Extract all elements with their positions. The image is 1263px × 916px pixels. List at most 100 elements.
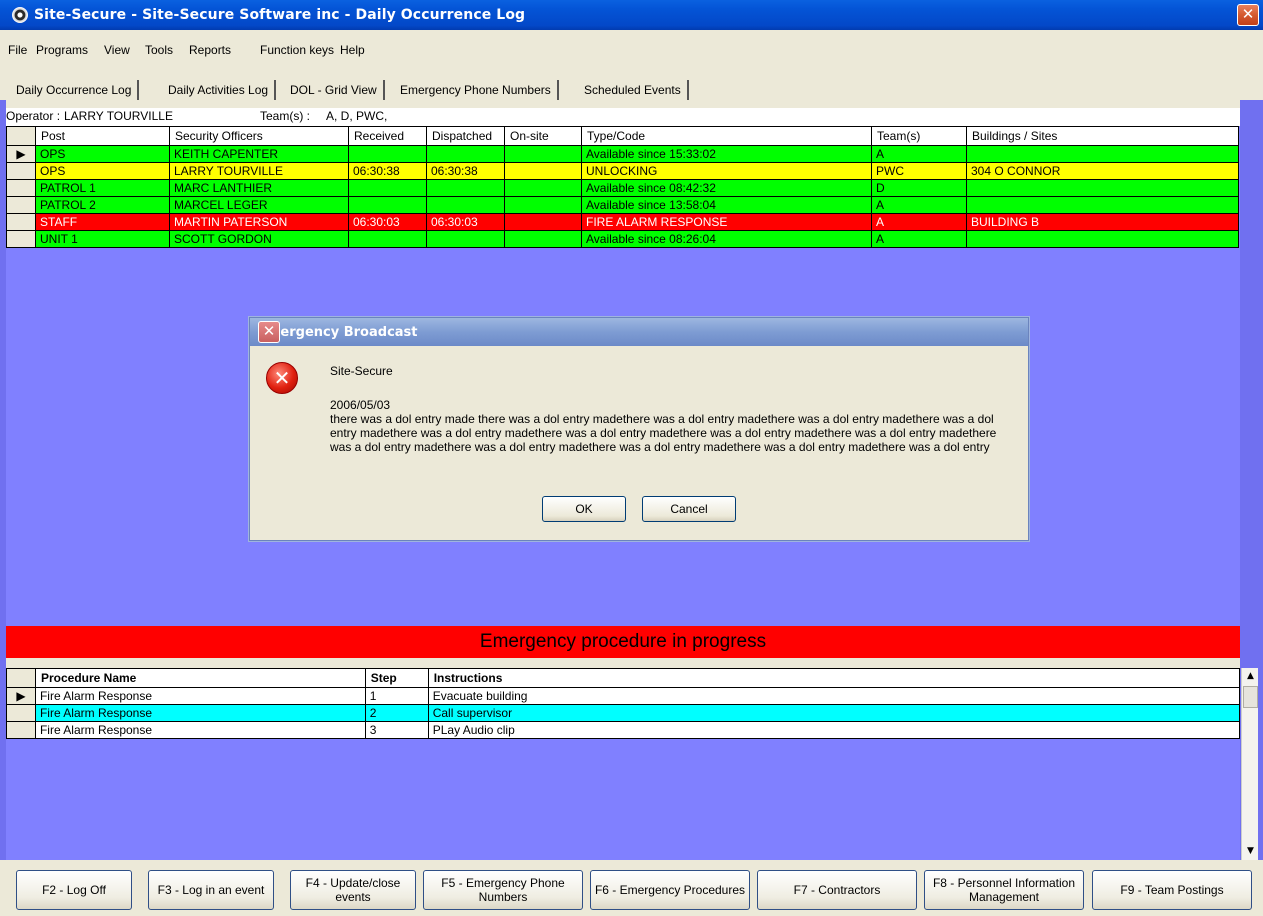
cell-team[interactable]: A — [871, 196, 967, 214]
cell-instruction[interactable]: PLay Audio clip — [427, 721, 1241, 739]
officer-row[interactable]: ▶ OPS KEITH CAPENTER Available since 15:33:… — [6, 145, 1239, 163]
cell-on-site[interactable] — [504, 145, 582, 163]
cell-dispatched[interactable] — [426, 145, 505, 163]
cell-on-site[interactable] — [504, 162, 582, 180]
col-received[interactable]: Received — [348, 126, 427, 146]
cell-on-site[interactable] — [504, 196, 582, 214]
cell-post[interactable]: OPS — [35, 145, 170, 163]
cell-step[interactable]: 3 — [364, 721, 429, 739]
cell-dispatched[interactable] — [426, 196, 505, 214]
tab-scheduled-events[interactable]: Scheduled Events — [584, 80, 689, 100]
cell-team[interactable]: PWC — [871, 162, 967, 180]
cell-instruction[interactable]: Evacuate building — [427, 687, 1241, 705]
cell-post[interactable]: PATROL 2 — [35, 196, 170, 214]
cell-building[interactable] — [966, 179, 1239, 197]
cell-on-site[interactable] — [504, 179, 582, 197]
row-selector[interactable] — [6, 213, 36, 231]
col-instructions[interactable]: Instructions — [427, 668, 1241, 688]
f6-emergency-procedures-button[interactable]: F6 - Emergency Procedures — [590, 870, 750, 910]
cell-type-code[interactable]: Available since 08:42:32 — [581, 179, 872, 197]
col-buildings-sites[interactable]: Buildings / Sites — [966, 126, 1239, 146]
cell-building[interactable] — [966, 196, 1239, 214]
row-selector[interactable] — [6, 704, 36, 722]
cell-team[interactable]: A — [871, 230, 967, 248]
f3-log-event-button[interactable]: F3 - Log in an event — [148, 870, 274, 910]
f9-team-postings-button[interactable]: F9 - Team Postings — [1092, 870, 1252, 910]
cell-type-code[interactable]: FIRE ALARM RESPONSE — [581, 213, 872, 231]
window-close-icon[interactable]: ✕ — [1237, 4, 1259, 26]
cell-team[interactable]: A — [871, 213, 967, 231]
col-post[interactable]: Post — [35, 126, 170, 146]
cell-on-site[interactable] — [504, 213, 582, 231]
cell-team[interactable]: A — [871, 145, 967, 163]
col-on-site[interactable]: On-site — [504, 126, 582, 146]
cell-building[interactable]: 304 O CONNOR — [966, 162, 1239, 180]
tab-daily-occurrence-log[interactable]: Daily Occurrence Log — [16, 80, 140, 100]
cell-dispatched[interactable] — [426, 230, 505, 248]
f8-personnel-information-button[interactable]: F8 - Personnel Information Management — [924, 870, 1084, 910]
procedure-scrollbar[interactable]: ▲ ▼ — [1241, 668, 1258, 860]
tab-emergency-phone-numbers[interactable]: Emergency Phone Numbers — [400, 80, 559, 100]
tab-dol-grid-view[interactable]: DOL - Grid View — [290, 80, 385, 100]
cell-type-code[interactable]: Available since 13:58:04 — [581, 196, 872, 214]
cell-dispatched[interactable]: 06:30:38 — [426, 162, 505, 180]
menu-view[interactable]: View — [104, 43, 130, 57]
f4-update-close-events-button[interactable]: F4 - Update/close events — [290, 870, 416, 910]
cell-received[interactable]: 06:30:38 — [348, 162, 427, 180]
cell-on-site[interactable] — [504, 230, 582, 248]
f7-contractors-button[interactable]: F7 - Contractors — [757, 870, 917, 910]
row-selector[interactable] — [6, 162, 36, 180]
menu-reports[interactable]: Reports — [189, 43, 231, 57]
officer-row[interactable]: PATROL 2 MARCEL LEGER Available since 13:5… — [6, 196, 1239, 214]
cell-step[interactable]: 1 — [364, 687, 429, 705]
cell-officer[interactable]: LARRY TOURVILLE — [169, 162, 349, 180]
cell-post[interactable]: UNIT 1 — [35, 230, 170, 248]
cell-post[interactable]: PATROL 1 — [35, 179, 170, 197]
cell-type-code[interactable]: UNLOCKING — [581, 162, 872, 180]
cell-received[interactable] — [348, 179, 427, 197]
cell-type-code[interactable]: Available since 15:33:02 — [581, 145, 872, 163]
col-dispatched[interactable]: Dispatched — [426, 126, 505, 146]
row-selector[interactable] — [6, 721, 36, 739]
cancel-button[interactable]: Cancel — [642, 496, 736, 522]
col-type-code[interactable]: Type/Code — [581, 126, 872, 146]
cell-procedure-name[interactable]: Fire Alarm Response — [34, 704, 366, 722]
cell-team[interactable]: D — [871, 179, 967, 197]
cell-dispatched[interactable] — [426, 179, 505, 197]
procedure-row[interactable]: Fire Alarm Response 3 PLay Audio clip — [6, 721, 1241, 739]
cell-received[interactable] — [348, 196, 427, 214]
menu-function-keys[interactable]: Function keys — [260, 43, 334, 57]
menu-tools[interactable]: Tools — [145, 43, 173, 57]
row-selector[interactable]: ▶ — [6, 687, 36, 705]
cell-dispatched[interactable]: 06:30:03 — [426, 213, 505, 231]
tab-daily-activities-log[interactable]: Daily Activities Log — [168, 80, 277, 100]
col-procedure-name[interactable]: Procedure Name — [34, 668, 366, 688]
officer-row[interactable]: OPS LARRY TOURVILLE 06:30:38 06:30:38 UNLOCK… — [6, 162, 1239, 180]
cell-building[interactable]: BUILDING B — [966, 213, 1239, 231]
menu-programs[interactable]: Programs — [36, 43, 88, 57]
officer-row[interactable]: PATROL 1 MARC LANTHIER Available since 08:… — [6, 179, 1239, 197]
cell-post[interactable]: OPS — [35, 162, 170, 180]
procedure-row[interactable]: ▶ Fire Alarm Response 1 Evacuate building — [6, 687, 1241, 705]
scroll-up-icon[interactable]: ▲ — [1242, 668, 1259, 685]
cell-officer[interactable]: MARTIN PATERSON — [169, 213, 349, 231]
f2-log-off-button[interactable]: F2 - Log Off — [16, 870, 132, 910]
col-teams[interactable]: Team(s) — [871, 126, 967, 146]
dialog-close-icon[interactable]: ✕ — [258, 321, 280, 343]
cell-building[interactable] — [966, 230, 1239, 248]
cell-officer[interactable]: KEITH CAPENTER — [169, 145, 349, 163]
col-step[interactable]: Step — [364, 668, 429, 688]
officer-row[interactable]: STAFF MARTIN PATERSON 06:30:03 06:30:03 FIRE… — [6, 213, 1239, 231]
cell-received[interactable] — [348, 145, 427, 163]
row-selector[interactable] — [6, 230, 36, 248]
row-selector[interactable] — [6, 196, 36, 214]
cell-officer[interactable]: MARCEL LEGER — [169, 196, 349, 214]
f5-emergency-phone-numbers-button[interactable]: F5 - Emergency Phone Numbers — [423, 870, 583, 910]
cell-received[interactable]: 06:30:03 — [348, 213, 427, 231]
cell-procedure-name[interactable]: Fire Alarm Response — [34, 721, 366, 739]
menu-help[interactable]: Help — [340, 43, 365, 57]
cell-post[interactable]: STAFF — [35, 213, 170, 231]
cell-instruction[interactable]: Call supervisor — [427, 704, 1241, 722]
cell-step[interactable]: 2 — [364, 704, 429, 722]
cell-procedure-name[interactable]: Fire Alarm Response — [34, 687, 366, 705]
